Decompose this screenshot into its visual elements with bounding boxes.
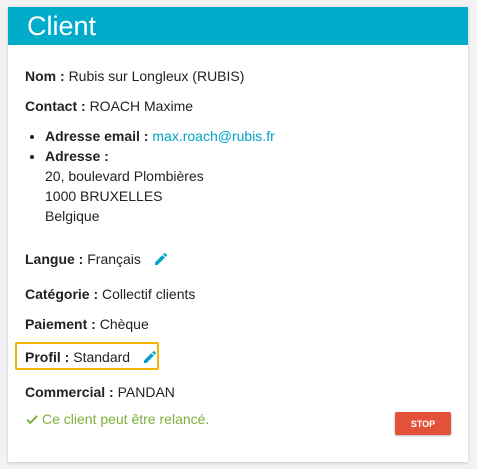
- adresse-line-1: 20, boulevard Plombières: [45, 168, 204, 184]
- contact-label: Contact :: [25, 98, 86, 114]
- contact-row: Contact : ROACH Maxime: [25, 98, 193, 114]
- card-title: Client: [8, 7, 468, 45]
- categorie-value: Collectif clients: [102, 286, 196, 302]
- contact-details-list: Adresse email : max.roach@rubis.fr Adres…: [25, 126, 275, 226]
- langue-row: Langue : Français: [25, 251, 169, 267]
- paiement-row: Paiement : Chèque: [25, 316, 149, 332]
- adresse-line-3: Belgique: [45, 208, 100, 224]
- client-card: Client Nom : Rubis sur Longleux (RUBIS) …: [8, 7, 468, 462]
- commercial-row: Commercial : PANDAN: [25, 384, 175, 400]
- paiement-value: Chèque: [99, 316, 149, 332]
- nom-row: Nom : Rubis sur Longleux (RUBIS): [25, 68, 244, 84]
- pencil-icon[interactable]: [153, 251, 169, 267]
- commercial-value: PANDAN: [117, 384, 175, 400]
- email-link[interactable]: max.roach@rubis.fr: [152, 128, 274, 144]
- adresse-line-2: 1000 BRUXELLES: [45, 188, 163, 204]
- profil-row: Profil : Standard: [25, 349, 158, 365]
- contact-value: ROACH Maxime: [89, 98, 194, 114]
- email-item: Adresse email : max.roach@rubis.fr: [45, 126, 275, 146]
- relance-text: Ce client peut être relancé.: [42, 411, 210, 427]
- categorie-label: Catégorie :: [25, 286, 99, 302]
- categorie-row: Catégorie : Collectif clients: [25, 286, 195, 302]
- stop-button[interactable]: STOP: [395, 412, 451, 435]
- paiement-label: Paiement :: [25, 316, 96, 332]
- nom-value: Rubis sur Longleux (RUBIS): [68, 68, 245, 84]
- adresse-item: Adresse : 20, boulevard Plombières 1000 …: [45, 146, 275, 226]
- profil-value: Standard: [73, 349, 131, 365]
- langue-value: Français: [87, 251, 141, 267]
- profil-label: Profil :: [25, 349, 70, 365]
- commercial-label: Commercial :: [25, 384, 114, 400]
- adresse-label: Adresse :: [45, 148, 109, 164]
- nom-label: Nom :: [25, 68, 65, 84]
- relance-status: Ce client peut être relancé.: [25, 411, 209, 427]
- langue-label: Langue :: [25, 251, 84, 267]
- check-icon: [26, 415, 38, 425]
- email-label: Adresse email :: [45, 128, 149, 144]
- pencil-icon[interactable]: [142, 349, 158, 365]
